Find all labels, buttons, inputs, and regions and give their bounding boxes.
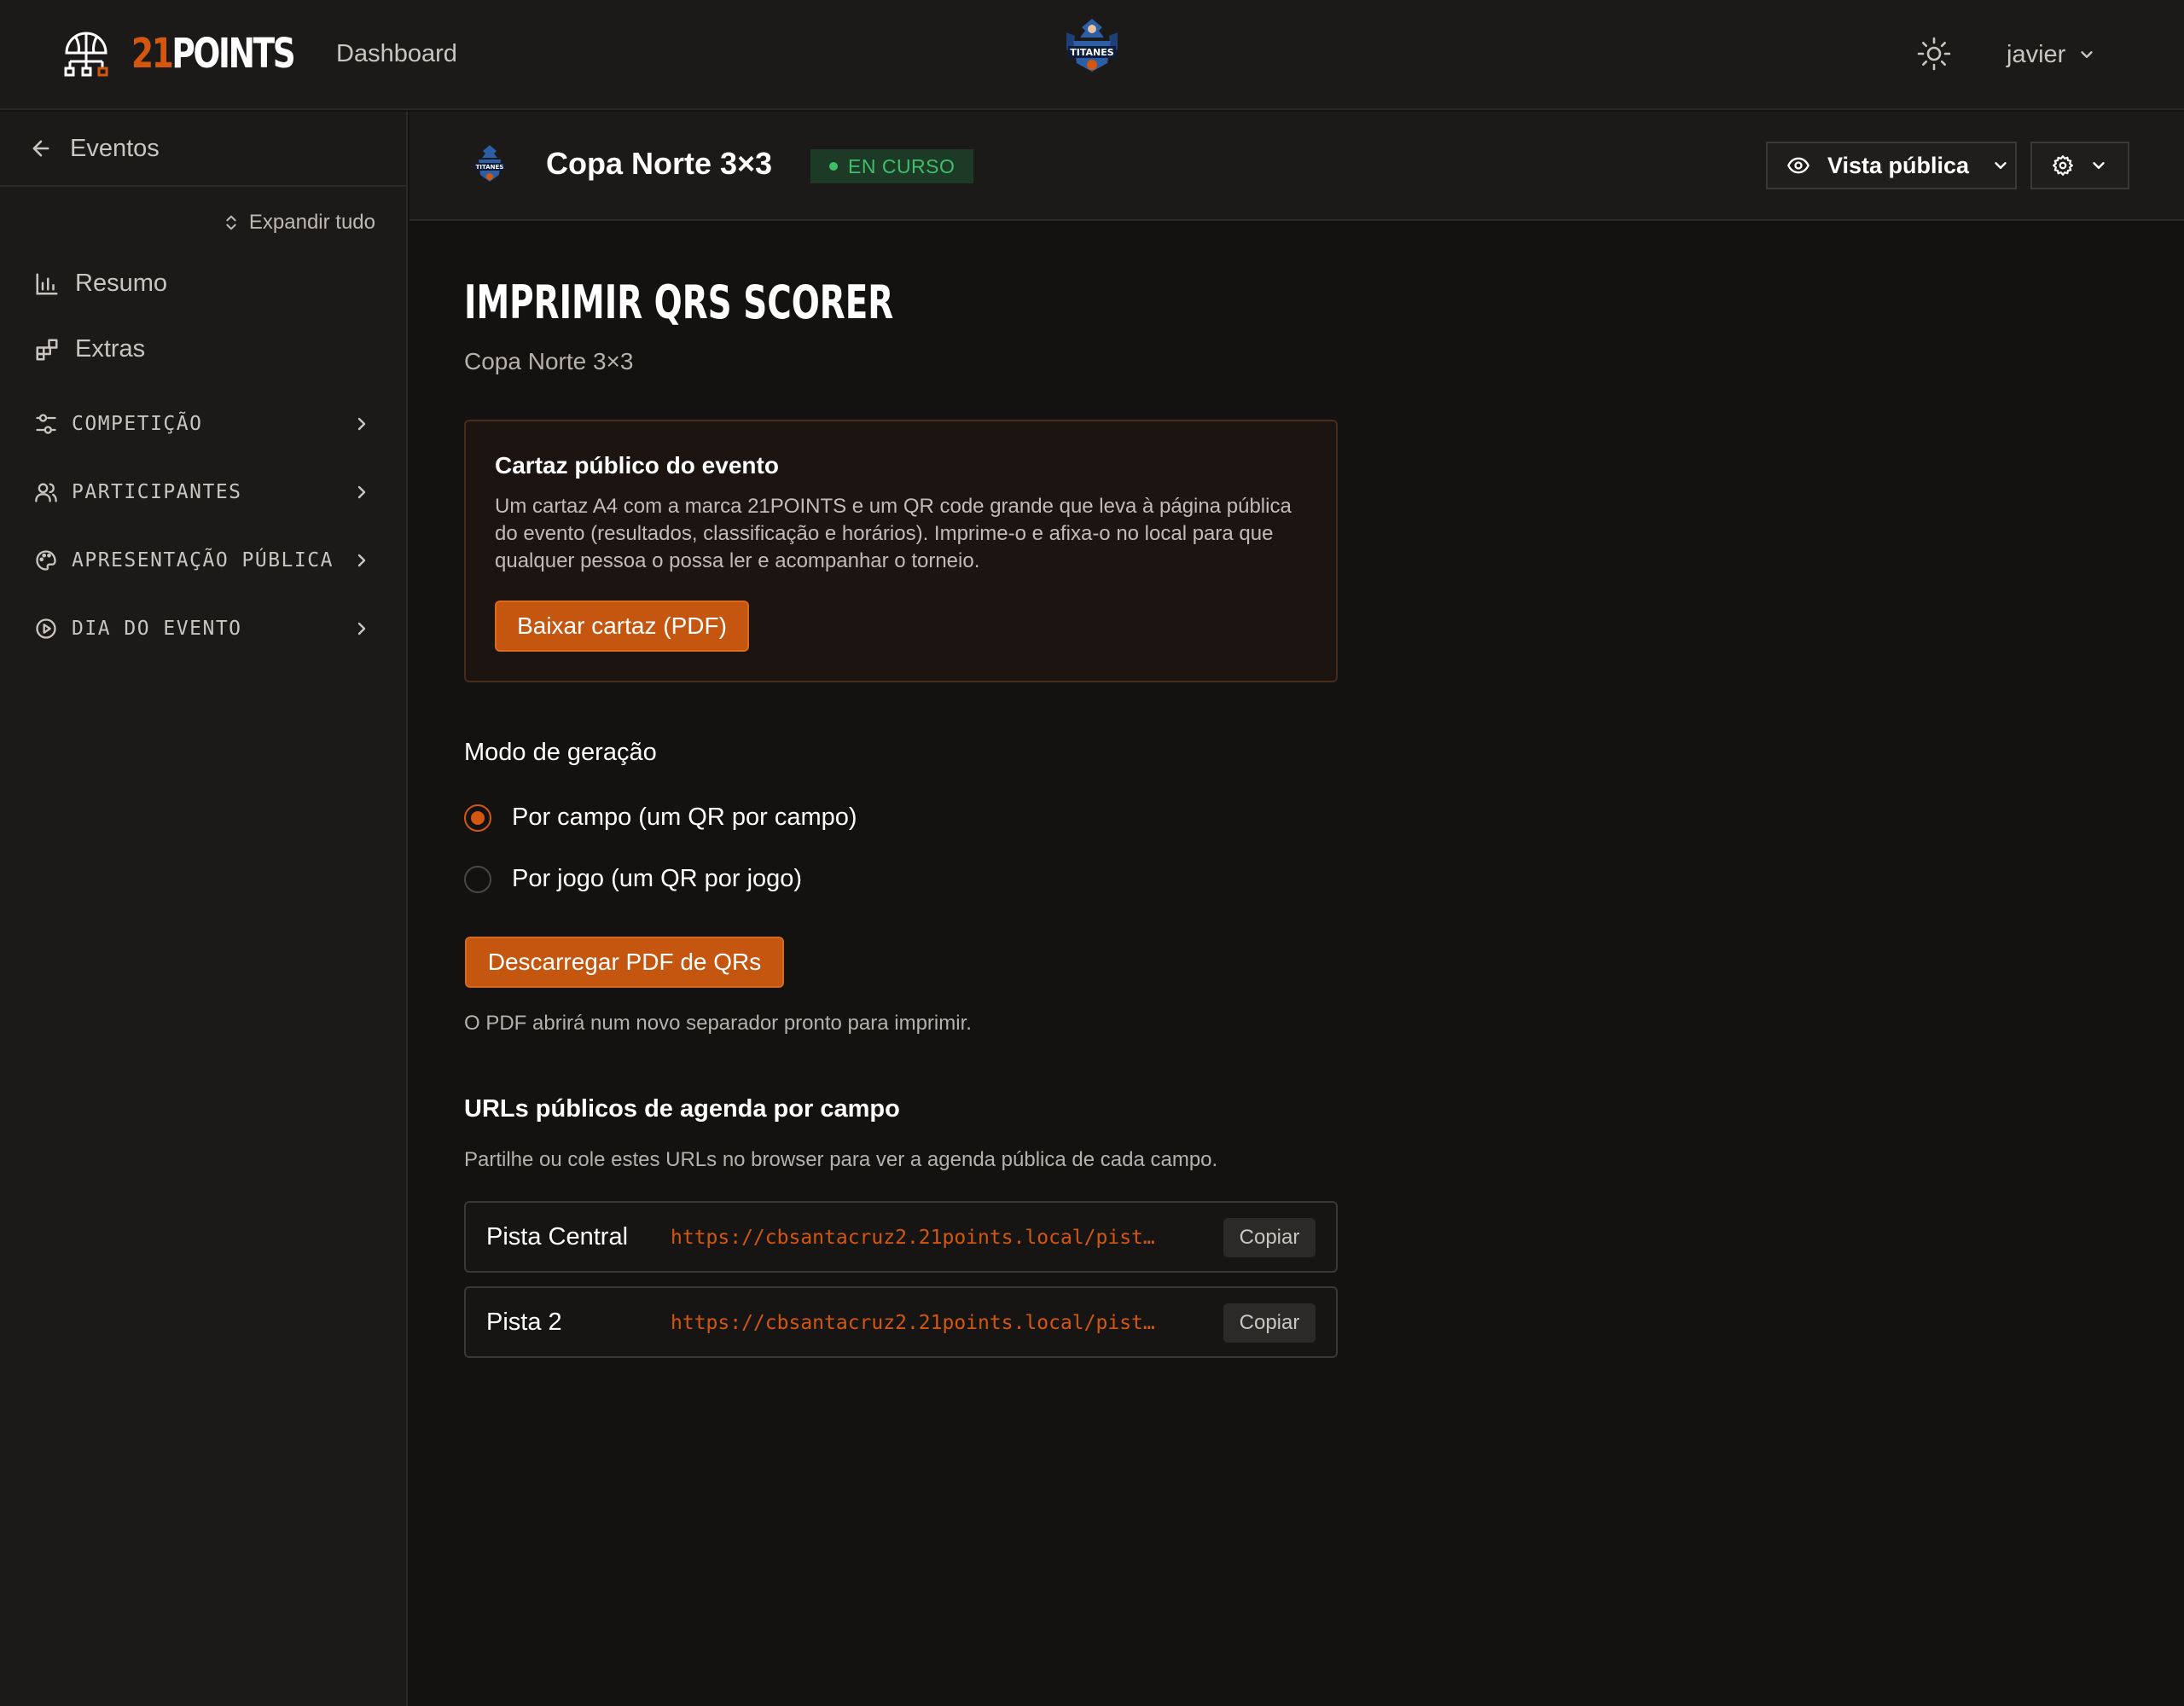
page-subtitle: Copa Norte 3×3 xyxy=(464,348,634,374)
event-settings-button[interactable] xyxy=(2030,142,2129,189)
chevron-right-icon xyxy=(357,417,366,431)
svg-text:TITANES: TITANES xyxy=(476,164,504,171)
sidebar-item-label: Extras xyxy=(75,335,146,363)
radio-checked[interactable] xyxy=(464,804,491,832)
basketball-bracket-icon xyxy=(64,32,108,77)
public-view-label: Vista pública xyxy=(1827,152,1970,178)
download-qrs-pdf-button[interactable]: Descarregar PDF de QRs xyxy=(465,937,784,988)
field-url[interactable]: https://cbsantacruz2.21points.local/pist… xyxy=(671,1312,1157,1334)
urls-section-title: URLs públicos de agenda por campo xyxy=(464,1095,900,1123)
poster-description: Um cartaz A4 com a marca 21POINTS e um Q… xyxy=(495,495,1292,572)
user-menu[interactable]: javier xyxy=(2007,38,2096,72)
url-row-pista-central: Pista Central https://cbsantacruz2.21poi… xyxy=(464,1201,1338,1273)
field-url[interactable]: https://cbsantacruz2.21points.local/pist… xyxy=(671,1227,1157,1249)
field-name: Pista Central xyxy=(486,1223,629,1250)
event-title: Copa Norte 3×3 xyxy=(546,146,773,181)
expand-all-button[interactable]: Expandir tudo xyxy=(222,211,375,235)
chevron-down-icon xyxy=(1995,162,2007,169)
download-poster-button[interactable]: Baixar cartaz (PDF) xyxy=(495,601,749,652)
eye-icon xyxy=(1787,157,1809,174)
nav-dashboard-link[interactable]: Dashboard xyxy=(336,40,457,68)
back-to-events-link[interactable]: Eventos xyxy=(0,112,406,187)
palette-icon xyxy=(36,550,56,571)
sidebar: Eventos Expandir tudo Resumo Extras COMP… xyxy=(0,112,408,1706)
sidebar-group-label: APRESENTAÇÃO PÚBLICA xyxy=(72,549,334,572)
status-dot xyxy=(829,162,838,171)
page-title: IMPRIMIR QRS SCORER xyxy=(464,276,894,329)
event-team-logo: TITANES xyxy=(474,145,505,182)
expand-all-label: Expandir tudo xyxy=(248,211,375,234)
chevron-right-icon xyxy=(357,554,366,567)
widgets-icon xyxy=(36,339,58,360)
chevrons-up-down-icon xyxy=(226,215,236,230)
sidebar-item-label: Resumo xyxy=(75,270,167,297)
sidebar-group-participantes[interactable]: PARTICIPANTES xyxy=(34,480,372,504)
radio-label: Por campo (um QR por campo) xyxy=(512,804,857,831)
sidebar-group-label: PARTICIPANTES xyxy=(72,481,242,503)
bar-chart-icon xyxy=(36,273,58,294)
radio-dot xyxy=(471,810,485,825)
sidebar-group-label: DIA DO EVENTO xyxy=(72,618,242,640)
sidebar-item-extras[interactable]: Extras xyxy=(34,335,145,363)
url-row-pista-2: Pista 2 https://cbsantacruz2.21points.lo… xyxy=(464,1286,1338,1358)
brand-word: POINTS xyxy=(171,30,295,78)
back-label: Eventos xyxy=(70,134,160,162)
generation-mode-label: Modo de geração xyxy=(464,739,657,766)
chevron-down-icon xyxy=(2081,51,2094,58)
team-crest-logo: TITANES xyxy=(1066,19,1118,72)
chevron-right-icon xyxy=(357,622,366,635)
event-header: TITANES Copa Norte 3×3 EN CURSO Vista pú… xyxy=(410,112,2184,221)
play-circle-icon xyxy=(36,618,56,639)
users-icon xyxy=(35,483,57,502)
sun-icon[interactable] xyxy=(1916,36,1952,72)
copy-url-button[interactable]: Copiar xyxy=(1223,1303,1316,1343)
radio-label: Por jogo (um QR por jogo) xyxy=(512,865,803,892)
copy-url-button[interactable]: Copiar xyxy=(1223,1218,1316,1257)
sidebar-group-label: COMPETIÇÃO xyxy=(72,413,203,435)
public-view-button[interactable]: Vista pública xyxy=(1766,142,2017,189)
gear-icon xyxy=(2053,155,2073,176)
sidebar-item-resumo[interactable]: Resumo xyxy=(34,270,167,298)
urls-description: Partilhe ou cole estes URLs no browser p… xyxy=(464,1148,1218,1171)
poster-card: Cartaz público do evento Um cartaz A4 co… xyxy=(464,420,1338,682)
radio-unchecked[interactable] xyxy=(464,865,491,893)
chevron-down-icon xyxy=(2093,162,2105,169)
poster-title: Cartaz público do evento xyxy=(495,452,779,479)
status-badge: EN CURSO xyxy=(810,149,974,183)
sidebar-group-dia-do-evento[interactable]: DIA DO EVENTO xyxy=(34,617,372,641)
sidebar-group-apresentacao-publica[interactable]: APRESENTAÇÃO PÚBLICA xyxy=(34,548,372,572)
status-label: EN CURSO xyxy=(848,154,956,177)
field-name: Pista 2 xyxy=(486,1309,562,1336)
top-header: 21POINTS Dashboard TITANES javier xyxy=(0,0,2184,110)
brand-number: 21 xyxy=(131,30,174,78)
svg-text:TITANES: TITANES xyxy=(1070,47,1113,58)
brand-logo-text[interactable]: 21POINTS xyxy=(131,26,296,82)
radio-per-field[interactable]: Por campo (um QR por campo) xyxy=(464,804,857,832)
radio-per-game[interactable]: Por jogo (um QR por jogo) xyxy=(464,865,802,893)
sidebar-group-competicao[interactable]: COMPETIÇÃO xyxy=(34,412,372,436)
arrow-left-icon xyxy=(32,140,49,157)
user-name: javier xyxy=(2007,40,2066,68)
pdf-help-text: O PDF abrirá num novo separador pronto p… xyxy=(464,1012,972,1035)
sliders-icon xyxy=(36,414,56,434)
chevron-right-icon xyxy=(357,485,366,499)
